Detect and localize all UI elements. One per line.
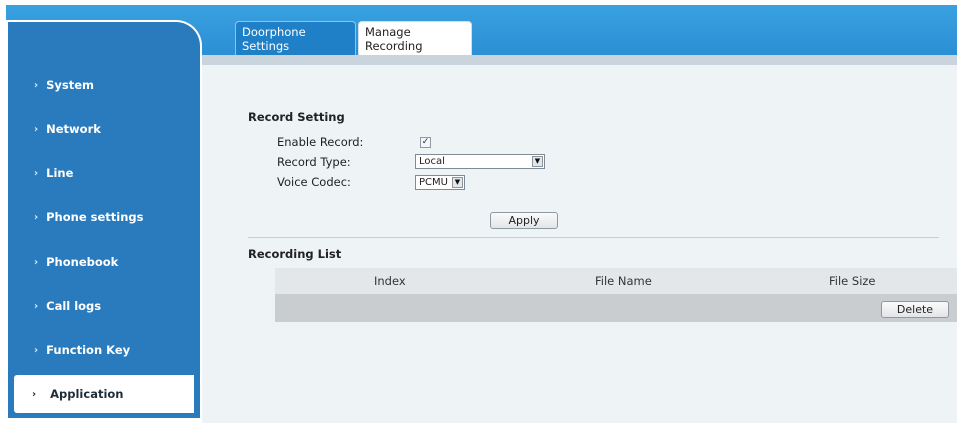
- delete-button[interactable]: Delete: [881, 301, 949, 318]
- tab-manage-recording-label: Manage Recording: [365, 24, 423, 53]
- enable-record-label: Enable Record:: [277, 135, 364, 149]
- chevron-right-icon: ›: [34, 300, 39, 312]
- chevron-right-icon: ›: [34, 123, 39, 135]
- apply-button-label: Apply: [508, 214, 540, 227]
- recording-list-title: Recording List: [248, 247, 342, 261]
- sidebar-item-label: Application: [50, 387, 124, 401]
- record-type-value: Local: [419, 156, 445, 167]
- recording-table-action-row: [275, 294, 957, 322]
- chevron-right-icon: ›: [34, 344, 39, 356]
- sidebar-item-label: System: [46, 78, 95, 92]
- delete-button-label: Delete: [896, 303, 934, 316]
- record-type-select[interactable]: Local ▼: [415, 154, 545, 169]
- column-header-file-size: File Size: [829, 274, 876, 288]
- sidebar-item-label: Call logs: [46, 299, 102, 313]
- checkmark-icon: ✓: [421, 137, 430, 147]
- voice-codec-label: Voice Codec:: [277, 175, 351, 189]
- column-header-file-name: File Name: [595, 274, 652, 288]
- sidebar-item-label: Function Key: [46, 343, 131, 357]
- chevron-right-icon: ›: [34, 211, 39, 223]
- chevron-right-icon: ›: [32, 388, 37, 400]
- section-divider: [248, 237, 939, 238]
- sidebar-item-label: Phonebook: [46, 255, 119, 269]
- sidebar-item-application[interactable]: › Application: [14, 375, 194, 413]
- voice-codec-value: PCMU: [419, 177, 448, 188]
- header-divider-strip: [200, 55, 957, 65]
- sidebar-item-call-logs[interactable]: › Call logs: [8, 291, 200, 321]
- voice-codec-select[interactable]: PCMU ▼: [415, 175, 465, 190]
- sidebar-item-label: Phone settings: [46, 210, 144, 224]
- tab-doorphone-settings[interactable]: Doorphone Settings: [235, 21, 356, 55]
- tab-doorphone-settings-label: Doorphone Settings: [242, 24, 306, 53]
- dropdown-arrow-icon: ▼: [452, 177, 463, 188]
- dropdown-arrow-icon: ▼: [532, 156, 543, 167]
- sidebar-item-line[interactable]: › Line: [8, 158, 200, 188]
- sidebar-item-system[interactable]: › System: [8, 70, 200, 100]
- sidebar-item-phonebook[interactable]: › Phonebook: [8, 247, 200, 277]
- tab-manage-recording[interactable]: Manage Recording: [358, 21, 472, 55]
- sidebar-item-label: Network: [46, 122, 101, 136]
- record-setting-title: Record Setting: [248, 110, 345, 124]
- chevron-right-icon: ›: [34, 256, 39, 268]
- chevron-right-icon: ›: [34, 79, 39, 91]
- sidebar-item-phone-settings[interactable]: › Phone settings: [8, 202, 200, 232]
- chevron-right-icon: ›: [34, 167, 39, 179]
- enable-record-checkbox[interactable]: ✓: [420, 137, 431, 148]
- apply-button[interactable]: Apply: [490, 212, 558, 229]
- sidebar-item-function-key[interactable]: › Function Key: [8, 335, 200, 365]
- column-header-index: Index: [374, 274, 406, 288]
- sidebar-item-network[interactable]: › Network: [8, 114, 200, 144]
- sidebar-item-label: Line: [46, 166, 74, 180]
- recording-table-header: Index File Name File Size: [275, 268, 957, 294]
- record-type-label: Record Type:: [277, 155, 351, 169]
